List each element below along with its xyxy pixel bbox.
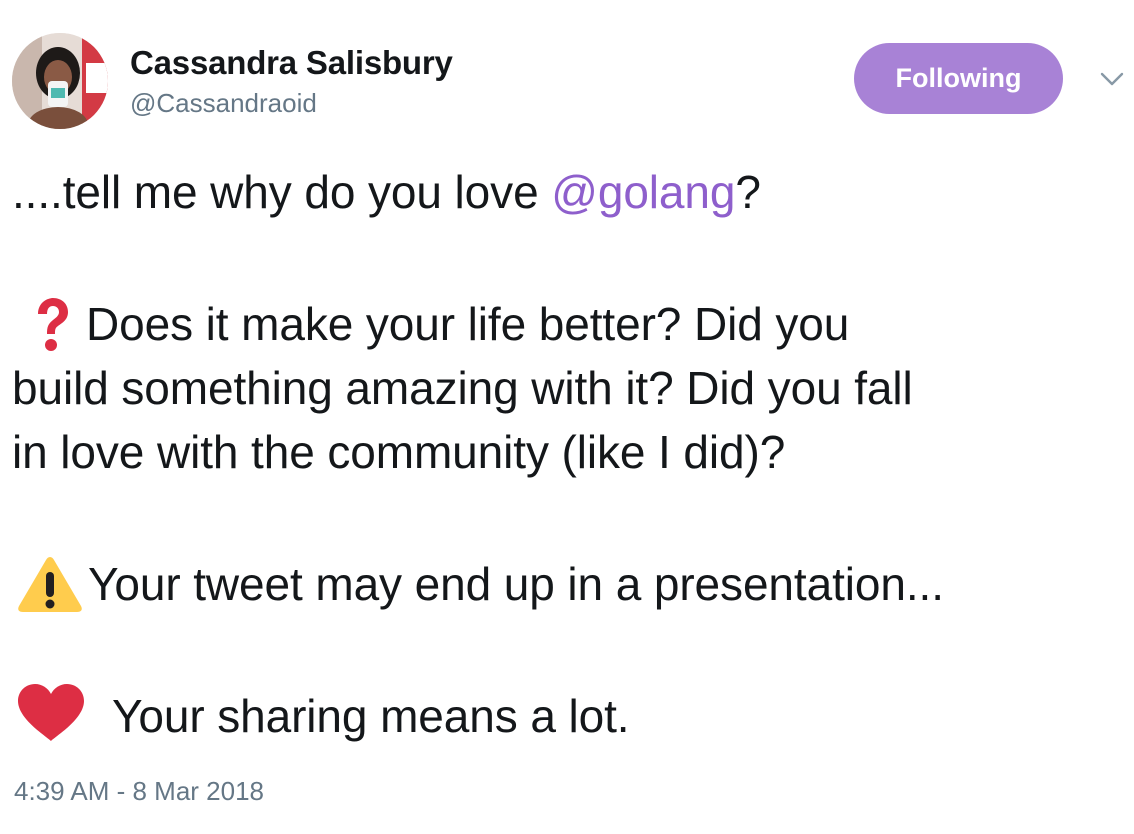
tweet-card: Cassandra Salisbury @Cassandraoid Follow… bbox=[0, 0, 1134, 834]
warning-emoji-icon bbox=[16, 555, 84, 613]
user-handle[interactable]: @Cassandraoid bbox=[130, 88, 317, 119]
following-button[interactable]: Following bbox=[854, 43, 1063, 114]
tweet-paragraph-4: Your sharing means a lot. bbox=[12, 683, 1127, 748]
tweet-text: Your sharing means a lot. bbox=[112, 690, 630, 742]
timestamp[interactable]: 4:39 AM - 8 Mar 2018 bbox=[14, 776, 264, 807]
tweet-paragraph-3: Your tweet may end up in a presentation.… bbox=[12, 552, 1127, 616]
display-name[interactable]: Cassandra Salisbury bbox=[130, 44, 453, 82]
tweet-text: ....tell me why do you love bbox=[12, 166, 552, 218]
tweet-text: ? bbox=[735, 166, 761, 218]
mention-link[interactable]: @golang bbox=[551, 166, 735, 218]
tweet-text: Does it make your life better? Did you bbox=[86, 298, 850, 350]
chevron-down-icon[interactable] bbox=[1099, 70, 1125, 88]
tweet-text: build something amazing with it? Did you… bbox=[12, 362, 913, 414]
tweet-line-1: ....tell me why do you love @golang? bbox=[12, 160, 1127, 224]
tweet-text: Your tweet may end up in a presentation.… bbox=[88, 558, 944, 610]
tweet-text: in love with the community (like I did)? bbox=[12, 426, 786, 478]
profile-photo-icon bbox=[12, 33, 108, 129]
tweet-paragraph-2: Does it make your life better? Did you b… bbox=[12, 292, 1127, 484]
avatar[interactable] bbox=[12, 33, 108, 129]
question-mark-emoji-icon bbox=[30, 296, 74, 354]
red-heart-emoji-icon bbox=[16, 683, 86, 743]
